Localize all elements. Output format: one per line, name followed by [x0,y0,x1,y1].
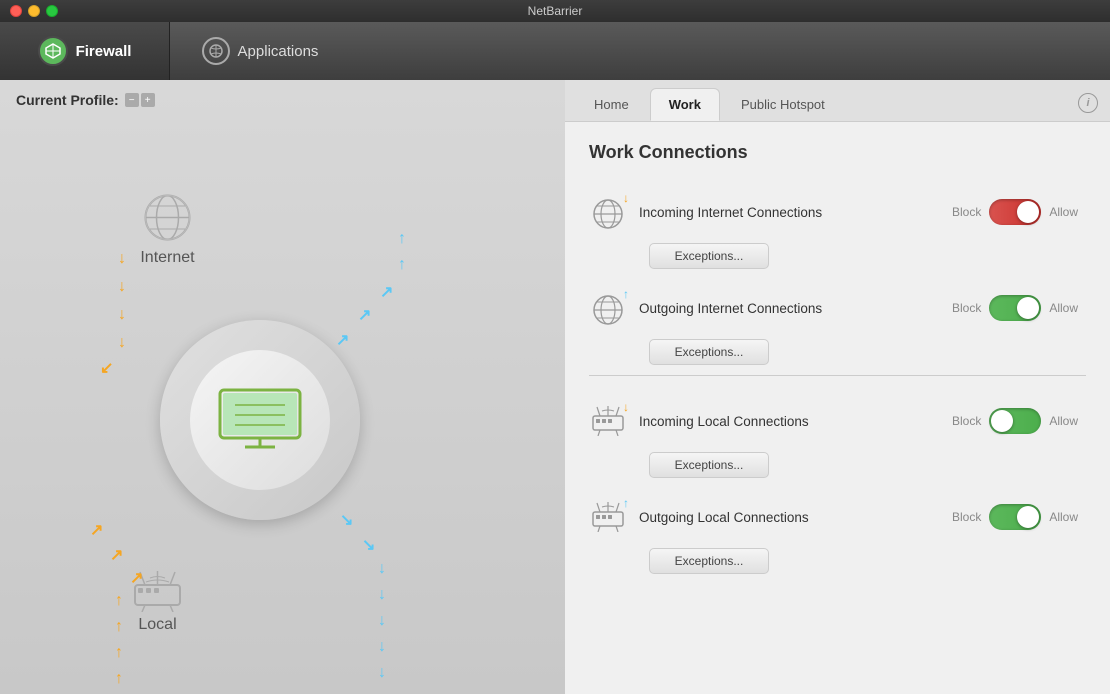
outgoing-internet-row: ↑ Outgoing Internet Connections Block Al… [589,279,1086,337]
incoming-local-toggle[interactable] [989,408,1041,434]
arrow-orange-4: ↓ [118,334,126,352]
outgoing-internet-exceptions[interactable]: Exceptions... [649,339,769,365]
applications-nav-item[interactable]: Applications [170,22,350,80]
window-controls[interactable] [10,5,58,17]
arrow-orange-12: ↑ [115,670,123,688]
arrow-blue-12: ↓ [378,664,386,682]
arrow-blue-3: ↗ [380,282,393,302]
incoming-arrow-indicator: ↓ [623,191,629,205]
title-bar: NetBarrier [0,0,1110,22]
arrow-blue-9: ↓ [378,586,386,604]
firewall-label: Firewall [76,43,132,60]
current-profile: Current Profile: − + [0,80,565,120]
tabs-bar: Home Work Public Hotspot i [565,80,1110,122]
firewall-icon [38,36,68,66]
incoming-local-block: Block [952,414,981,428]
arrow-orange-6: ↗ [90,520,103,540]
info-button[interactable]: i [1078,93,1098,113]
outgoing-internet-icon: ↑ [589,289,627,327]
arrow-orange-2: ↓ [118,278,126,296]
main-content: Current Profile: − + Internet [0,80,1110,694]
arrow-orange-9: ↑ [115,592,123,610]
arrow-blue-7: ↘ [362,535,375,555]
internet-node: Internet [140,190,195,267]
incoming-internet-toggle[interactable] [989,199,1041,225]
outgoing-local-block: Block [952,510,981,524]
firewall-nav-item[interactable]: Firewall [0,22,170,80]
outgoing-local-toggle[interactable] [989,504,1041,530]
arrow-blue-2: ↑ [398,256,406,274]
arrow-blue-4: ↗ [358,305,371,325]
separator [589,375,1086,376]
panel-content: Work Connections ↓ Incoming Int [565,122,1110,694]
arrow-orange-1: ↓ [118,250,126,268]
arrow-blue-8: ↓ [378,560,386,578]
arrow-orange-7: ↗ [110,545,123,565]
maximize-button[interactable] [46,5,58,17]
incoming-internet-block: Block [952,205,981,219]
outgoing-internet-section: ↑ Outgoing Internet Connections Block Al… [589,279,1086,365]
outgoing-local-allow: Allow [1049,510,1078,524]
outgoing-internet-toggle[interactable] [989,295,1041,321]
outgoing-local-icon: ↑ [589,498,627,536]
incoming-local-icon: ↓ [589,402,627,440]
outgoing-local-arrow: ↑ [623,496,629,510]
applications-label: Applications [238,43,319,60]
incoming-internet-exceptions[interactable]: Exceptions... [649,243,769,269]
incoming-local-label: Incoming Local Connections [639,414,944,429]
outgoing-local-section: ↑ Outgoing Local Connections Block Allow… [589,488,1086,574]
arrow-orange-10: ↑ [115,618,123,636]
right-panel: Home Work Public Hotspot i Work Connecti… [565,80,1110,694]
profile-decrease-btn[interactable]: − [125,93,139,107]
incoming-local-row: ↓ Incoming Local Connections Block Allow [589,392,1086,450]
globe-icon [140,190,195,245]
arrow-blue-5: ↗ [336,330,349,350]
arrow-orange-3: ↓ [118,306,126,324]
outgoing-internet-label: Outgoing Internet Connections [639,301,944,316]
toolbar: Firewall Applications [0,22,1110,80]
outgoing-local-row: ↑ Outgoing Local Connections Block Allow [589,488,1086,546]
incoming-internet-row: ↓ Incoming Internet Connections Block Al… [589,183,1086,241]
tab-work[interactable]: Work [650,88,720,121]
outgoing-internet-block: Block [952,301,981,315]
arrow-orange-8: ↗ [130,568,143,588]
outgoing-internet-allow: Allow [1049,301,1078,315]
arrow-blue-10: ↓ [378,612,386,630]
incoming-internet-allow: Allow [1049,205,1078,219]
minimize-button[interactable] [28,5,40,17]
arrow-blue-11: ↓ [378,638,386,656]
computer-node [160,320,360,520]
network-diagram: Internet [0,130,565,694]
incoming-internet-section: ↓ Incoming Internet Connections Block Al… [589,183,1086,269]
arrow-orange-5: ↙ [100,358,113,378]
profile-controls[interactable]: − + [125,93,155,107]
arrow-orange-11: ↑ [115,644,123,662]
incoming-local-arrow: ↓ [623,400,629,414]
left-panel: Current Profile: − + Internet [0,80,565,694]
close-button[interactable] [10,5,22,17]
incoming-internet-label: Incoming Internet Connections [639,205,944,220]
panel-title: Work Connections [589,142,1086,163]
computer-icon [215,385,305,455]
local-label: Local [138,616,176,634]
incoming-internet-icon: ↓ [589,193,627,231]
outgoing-arrow-indicator: ↑ [623,287,629,301]
outgoing-local-label: Outgoing Local Connections [639,510,944,525]
incoming-local-exceptions[interactable]: Exceptions... [649,452,769,478]
arrow-blue-1: ↑ [398,230,406,248]
tab-public-hotspot[interactable]: Public Hotspot [722,88,844,121]
tab-home[interactable]: Home [575,88,648,121]
profile-increase-btn[interactable]: + [141,93,155,107]
outgoing-local-exceptions[interactable]: Exceptions... [649,548,769,574]
window-title: NetBarrier [528,4,583,18]
arrow-blue-13: ↓ [378,690,386,694]
arrow-blue-6: ↘ [340,510,353,530]
current-profile-label: Current Profile: [16,92,119,108]
incoming-local-section: ↓ Incoming Local Connections Block Allow… [589,392,1086,478]
applications-icon [202,37,230,65]
incoming-local-allow: Allow [1049,414,1078,428]
internet-label: Internet [140,249,194,267]
